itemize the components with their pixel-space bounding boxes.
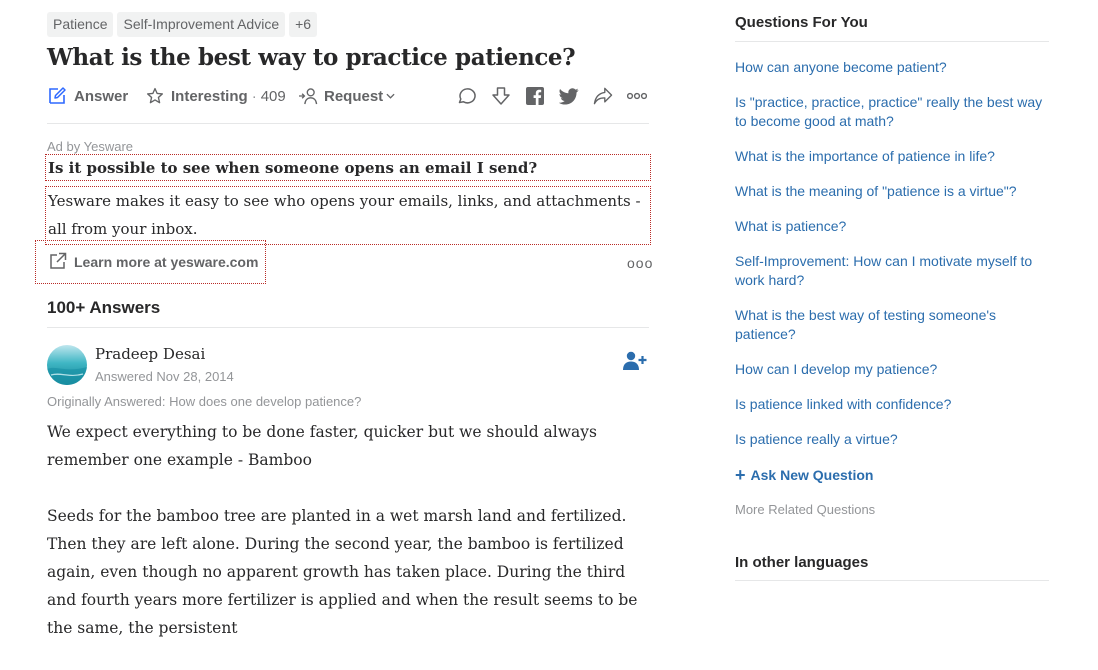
share-arrow-icon [593,87,613,105]
follow-author-button[interactable] [623,351,647,376]
comment-button[interactable] [456,84,476,108]
answer-button[interactable]: Answer [47,84,128,108]
learn-more-label: Learn more at yesware.com [74,254,259,270]
request-button[interactable]: Request [298,84,395,108]
related-question-link[interactable]: Is patience really a virtue? [735,430,1049,449]
related-question-link[interactable]: What is patience? [735,217,1049,236]
answer-author-name[interactable]: Pradeep Desai [95,345,205,363]
question-title[interactable]: What is the best way to practice patienc… [47,44,576,71]
facebook-icon [526,87,544,105]
related-questions-list: How can anyone become patient? Is "pract… [735,58,1049,465]
external-link-icon [49,252,74,273]
interesting-count: 409 [260,87,286,105]
request-label: Request [324,87,384,105]
divider [47,327,649,328]
ad-body-text[interactable]: Yesware makes it easy to see who opens y… [45,186,651,245]
add-user-icon [623,351,647,375]
answer-paragraph: Seeds for the bamboo tree are planted in… [47,507,638,637]
comment-icon [456,86,476,106]
sidebar-title: Questions For You [735,14,868,31]
twitter-icon [559,87,579,105]
answer-paragraph: We expect everything to be done faster, … [47,423,597,469]
question-action-bar: Answer Interesting · 409 Request [47,84,649,108]
originally-answered-link[interactable]: Originally Answered: How does one develo… [47,394,361,409]
answer-body: We expect everything to be done faster, … [47,418,649,670]
chevron-down-icon [386,92,395,100]
related-question-link[interactable]: What is the meaning of "patience is a vi… [735,182,1049,201]
related-question-link[interactable]: What is the importance of patience in li… [735,147,1049,166]
downvote-button[interactable] [491,84,511,108]
related-question-link[interactable]: What is the best way of testing someone'… [735,306,1049,344]
related-question-link[interactable]: Self-Improvement: How can I motivate mys… [735,252,1049,290]
downvote-arrow-icon [491,86,511,106]
more-options-button[interactable] [627,84,647,108]
topic-tag-more[interactable]: +6 [289,12,318,37]
star-icon [146,87,164,105]
ad-more-options-button[interactable]: ooo [627,255,653,271]
avatar[interactable] [47,345,87,385]
pencil-icon [47,86,67,106]
topic-tag-self-improvement[interactable]: Self-Improvement Advice [117,12,286,37]
ask-new-question-label: Ask New Question [750,467,874,483]
ask-new-question-button[interactable]: + Ask New Question [735,465,874,485]
divider [735,41,1049,42]
twitter-share-button[interactable] [559,84,579,108]
request-user-icon [298,87,318,105]
more-related-questions-link[interactable]: More Related Questions [735,502,875,517]
facebook-share-button[interactable] [526,84,544,108]
topic-tag-patience[interactable]: Patience [47,12,114,37]
topic-tags: Patience Self-Improvement Advice +6 [47,12,318,37]
related-question-link[interactable]: Is "practice, practice, practice" really… [735,93,1049,131]
interesting-button[interactable]: Interesting · 409 [146,84,286,108]
answers-count-heading: 100+ Answers [47,298,161,317]
interesting-separator: · [251,87,257,105]
ad-headline[interactable]: Is it possible to see when someone opens… [45,154,651,181]
more-dots-icon [627,92,647,100]
other-languages-heading: In other languages [735,554,869,571]
ad-learn-more-link[interactable]: Learn more at yesware.com [35,240,266,284]
share-button[interactable] [593,84,613,108]
answer-date[interactable]: Answered Nov 28, 2014 [95,369,234,384]
divider [735,580,1049,581]
related-question-link[interactable]: How can I develop my patience? [735,360,1049,379]
ad-sponsor-label: Ad by Yesware [47,139,134,154]
answer-label: Answer [74,87,129,105]
interesting-label: Interesting [171,87,248,105]
related-question-link[interactable]: Is patience linked with confidence? [735,395,1049,414]
related-question-link[interactable]: How can anyone become patient? [735,58,1049,77]
plus-icon: + [735,465,746,485]
divider [47,123,649,124]
